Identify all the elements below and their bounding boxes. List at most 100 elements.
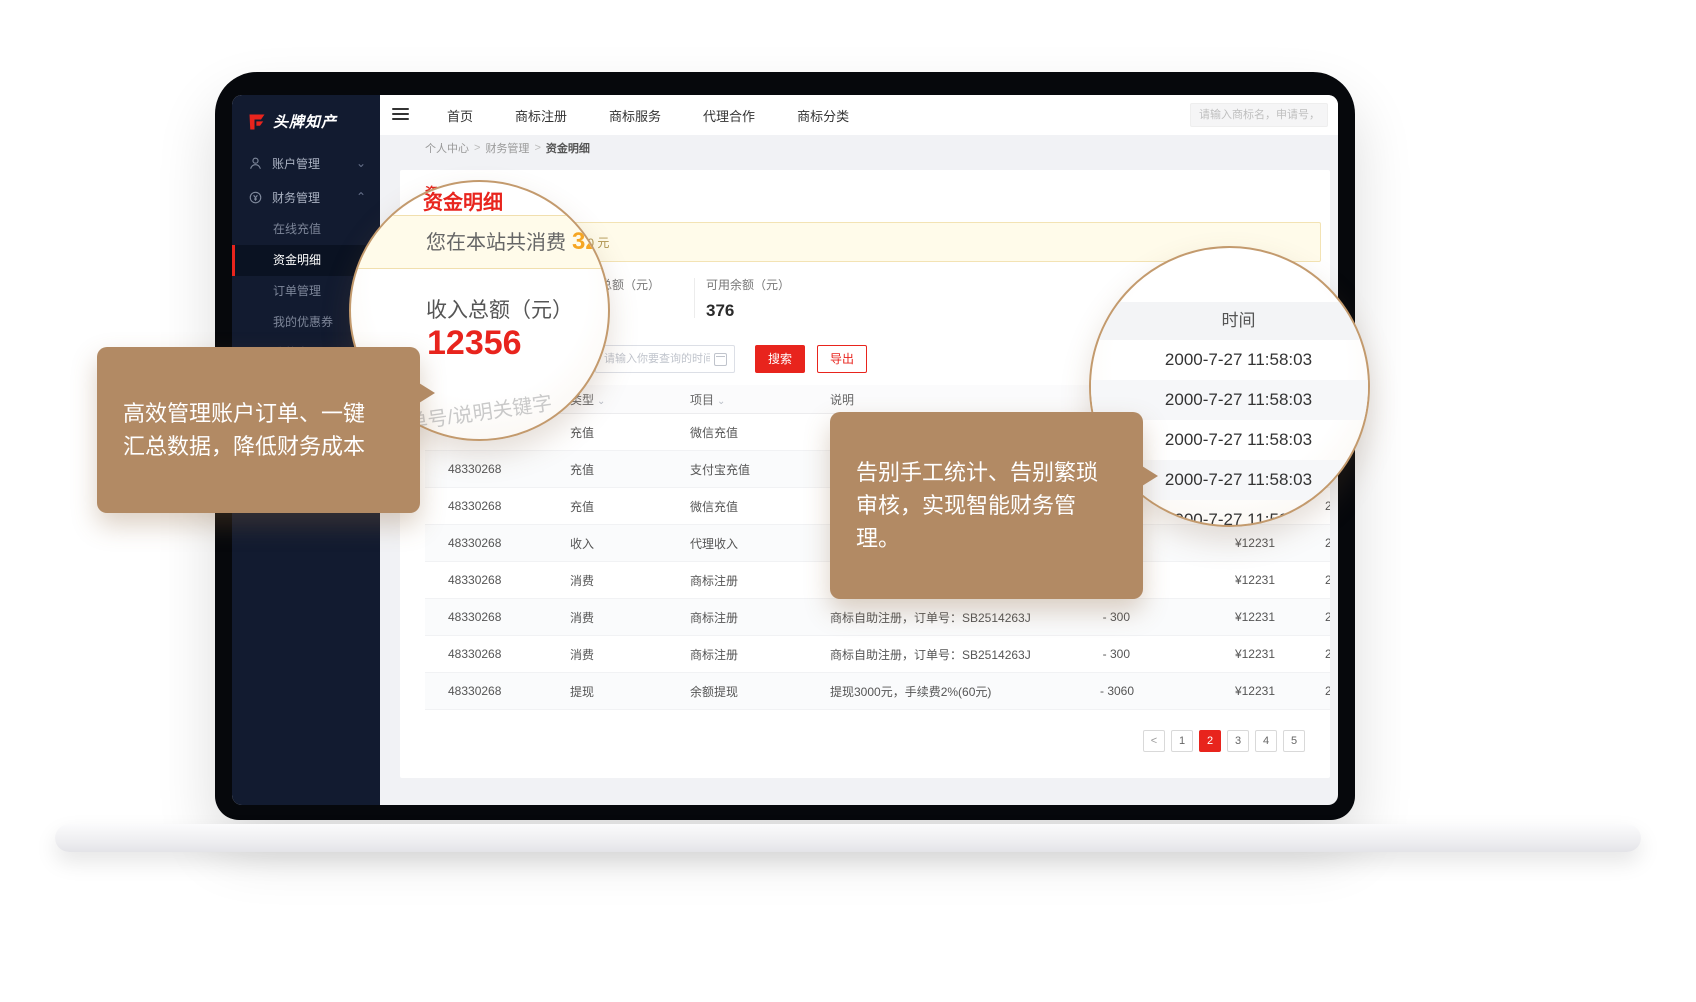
export-button[interactable]: 导出 (817, 345, 867, 373)
cell-time: 2000-7-27 11:58:03 (1325, 684, 1330, 698)
cell-order-no: 48330268 (425, 684, 570, 698)
callout-arrow-icon (1142, 466, 1158, 486)
cell-time: 2000-7-27 11:58:03 (1325, 573, 1330, 587)
cell-balance: ¥12231 (1190, 610, 1325, 624)
user-icon (248, 156, 263, 171)
sort-caret-icon: ⌄ (597, 396, 605, 407)
nav-menu: 首页 商标注册 商标服务 代理合作 商标分类 (426, 95, 870, 135)
magnified-stat-value: 12356 (427, 324, 522, 363)
pagination-page[interactable]: 4 (1255, 730, 1277, 752)
table-row[interactable]: 48330268 提现 余额提现 提现3000元，手续费2%(60元) - 30… (425, 673, 1330, 710)
nav-item-agent-coop[interactable]: 代理合作 (682, 106, 776, 125)
brand-logo-icon (247, 112, 267, 132)
chevron-up-icon: ⌃ (356, 192, 366, 202)
cell-order-no: 48330268 (425, 573, 570, 587)
magnified-tab-title: 资金明细 (423, 186, 503, 215)
cell-balance: ¥12231 (1190, 573, 1325, 587)
cell-description: 商标自助注册，订单号：SB2514263J (830, 609, 1100, 626)
chevron-down-icon: ⌄ (356, 158, 366, 168)
col-header-description: 说明 (830, 391, 1100, 408)
table-row[interactable]: 48330268 消费 商标注册 商标自助注册，订单号：SB2514263J -… (425, 599, 1330, 636)
cell-time: 2000-7-27 11:58:03 (1325, 536, 1330, 550)
cell-order-no: 48330268 (425, 610, 570, 624)
cell-project: 微信充值 (690, 498, 830, 515)
cell-amount: - 300 (1100, 610, 1190, 624)
breadcrumb-item[interactable]: 财务管理 (485, 140, 529, 156)
cell-order-no: 48330268 (425, 499, 570, 513)
nav-item-trademark-class[interactable]: 商标分类 (776, 106, 870, 125)
nav-item-trademark-service[interactable]: 商标服务 (588, 106, 682, 125)
cell-description: 商标自助注册，订单号：SB2514263J (830, 646, 1100, 663)
breadcrumb-current: 资金明细 (546, 140, 590, 156)
menu-icon[interactable] (392, 108, 409, 123)
cell-amount: - 3060 (1100, 684, 1190, 698)
cell-type: 充值 (570, 461, 690, 478)
cell-balance: ¥12231 (1190, 684, 1325, 698)
callout-arrow-icon (419, 383, 435, 403)
cell-amount: - 300 (1100, 647, 1190, 661)
magnified-banner: 您在本站共消费32124 (349, 215, 610, 269)
sort-caret-icon: ⌄ (717, 396, 725, 407)
finance-icon (248, 190, 263, 205)
stat-label: 可用余额（元） (706, 276, 790, 293)
cell-order-no: 48330268 (425, 647, 570, 661)
sidebar-item-label: 财务管理 (272, 189, 320, 206)
sidebar-item-account[interactable]: 账户管理 ⌄ (232, 146, 380, 180)
cell-project: 余额提现 (690, 683, 830, 700)
cell-type: 消费 (570, 609, 690, 626)
breadcrumb-separator: > (534, 142, 540, 154)
brand-name: 头牌知产 (273, 111, 337, 132)
col-header-project[interactable]: 项目⌄ (690, 391, 830, 408)
stage: 头牌知产 账户管理 ⌄ 财务管理 ⌃ (0, 0, 1696, 1002)
col-header-type[interactable]: 类型⌄ (570, 391, 690, 408)
magnified-stat-label: 收入总额（元） (426, 294, 573, 324)
pagination-page-current[interactable]: 2 (1199, 730, 1221, 752)
cell-type: 消费 (570, 646, 690, 663)
magnified-time-header: 时间 (1089, 302, 1370, 340)
cell-type: 收入 (570, 535, 690, 552)
stat-balance: 可用余额（元） 376 (706, 276, 790, 321)
cell-type: 充值 (570, 498, 690, 515)
pagination-prev-button[interactable]: < (1143, 730, 1165, 752)
breadcrumb-separator: > (474, 142, 480, 154)
cell-project: 微信充值 (690, 424, 830, 441)
cell-time: 2000-7-27 11:58:03 (1325, 610, 1330, 624)
cell-order-no: 48330268 (425, 462, 570, 476)
stat-value: 376 (706, 301, 790, 321)
cell-project: 商标注册 (690, 609, 830, 626)
cell-type: 充值 (570, 424, 690, 441)
cell-project: 支付宝充值 (690, 461, 830, 478)
pagination: < 1 2 3 4 5 (1143, 730, 1305, 752)
cell-project: 代理收入 (690, 535, 830, 552)
pagination-page[interactable]: 5 (1283, 730, 1305, 752)
cell-project: 商标注册 (690, 572, 830, 589)
sidebar-item-finance[interactable]: 财务管理 ⌃ (232, 180, 380, 214)
nav-item-home[interactable]: 首页 (426, 106, 494, 125)
cell-balance: ¥12231 (1190, 536, 1325, 550)
search-button[interactable]: 搜索 (755, 345, 805, 373)
top-navbar: 首页 商标注册 商标服务 代理合作 商标分类 (380, 95, 1338, 135)
date-input-wrap (595, 345, 735, 373)
breadcrumb-item[interactable]: 个人中心 (425, 140, 469, 156)
cell-project: 商标注册 (690, 646, 830, 663)
pagination-page[interactable]: 1 (1171, 730, 1193, 752)
breadcrumb: 个人中心 > 财务管理 > 资金明细 (380, 135, 1338, 160)
cell-time: 2000-7-27 11:58:03 (1325, 647, 1330, 661)
sidebar-item-label: 账户管理 (272, 155, 320, 172)
cell-type: 消费 (570, 572, 690, 589)
nav-item-trademark-register[interactable]: 商标注册 (494, 106, 588, 125)
cell-description: 提现3000元，手续费2%(60元) (830, 683, 1100, 700)
stat-divider (694, 278, 695, 318)
callout-finance-right: 告别手工统计、告别繁琐 审核，实现智能财务管 理。 (830, 412, 1143, 599)
calendar-icon[interactable] (714, 353, 727, 366)
cell-order-no: 48330268 (425, 536, 570, 550)
magnified-time-row: 2000-7-27 11:58:03 (1089, 340, 1370, 380)
cell-balance: ¥12231 (1190, 647, 1325, 661)
pagination-page[interactable]: 3 (1227, 730, 1249, 752)
callout-finance-left: 高效管理账户订单、一键 汇总数据，降低财务成本 (97, 347, 420, 513)
table-row[interactable]: 48330268 消费 商标注册 商标自助注册，订单号：SB2514263J -… (425, 636, 1330, 673)
cell-type: 提现 (570, 683, 690, 700)
brand-logo[interactable]: 头牌知产 (232, 95, 380, 146)
trademark-search-input[interactable] (1190, 103, 1328, 127)
laptop-base (55, 824, 1641, 852)
